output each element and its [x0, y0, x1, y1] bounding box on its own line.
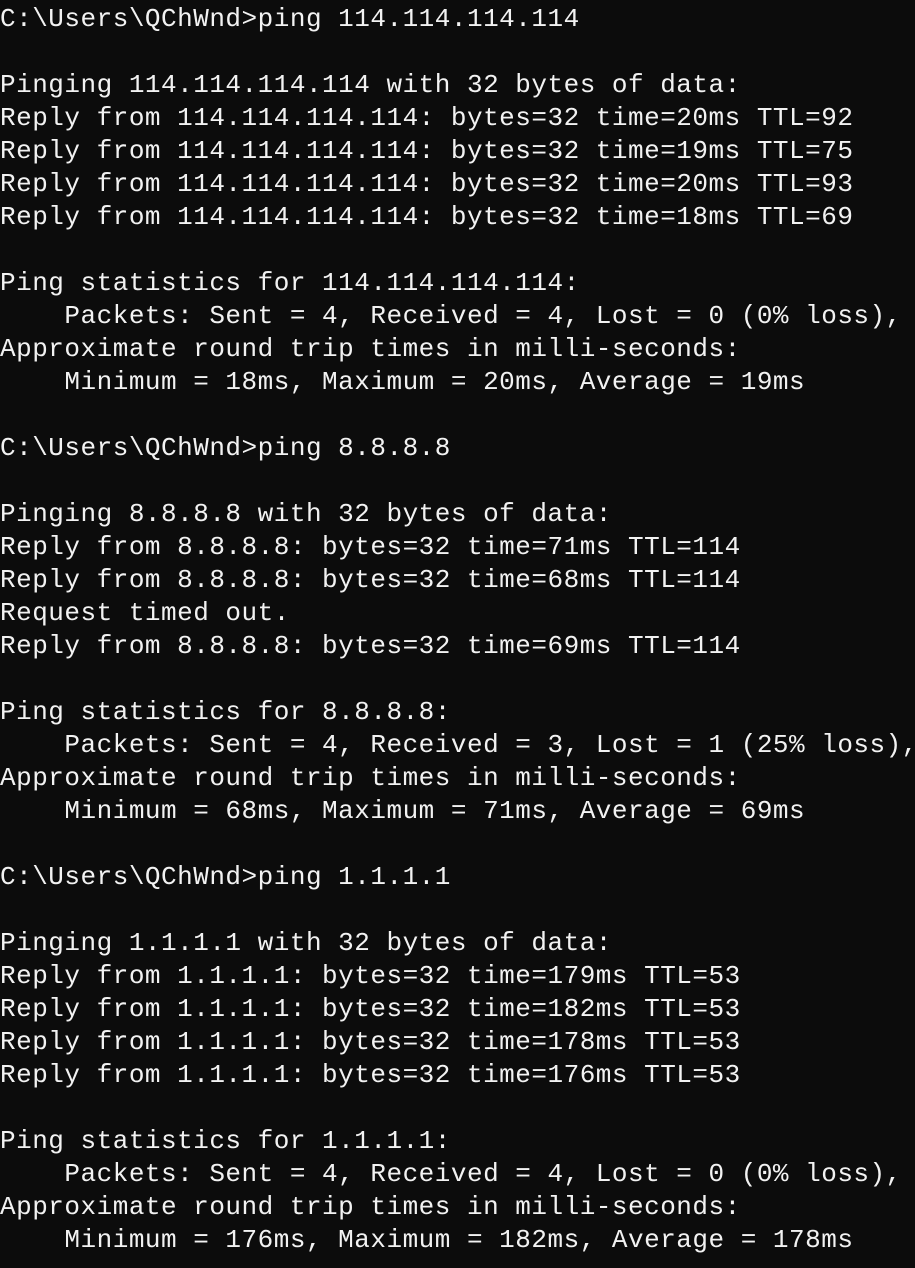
output-line: Pinging 114.114.114.114 with 32 bytes of…	[0, 70, 741, 100]
output-line: Approximate round trip times in milli-se…	[0, 763, 741, 793]
output-line: Reply from 114.114.114.114: bytes=32 tim…	[0, 136, 854, 166]
output-line: Minimum = 176ms, Maximum = 182ms, Averag…	[0, 1225, 854, 1255]
output-line: Packets: Sent = 4, Received = 3, Lost = …	[0, 730, 915, 760]
output-line: Reply from 114.114.114.114: bytes=32 tim…	[0, 202, 854, 232]
output-line: Reply from 1.1.1.1: bytes=32 time=178ms …	[0, 1027, 741, 1057]
output-line: Reply from 114.114.114.114: bytes=32 tim…	[0, 103, 854, 133]
output-line: Minimum = 68ms, Maximum = 71ms, Average …	[0, 796, 806, 826]
terminal-output[interactable]: C:\Users\QChWnd>ping 114.114.114.114 Pin…	[0, 0, 915, 1268]
output-line: Packets: Sent = 4, Received = 4, Lost = …	[0, 1159, 902, 1189]
output-line: Ping statistics for 1.1.1.1:	[0, 1126, 451, 1156]
output-line: Ping statistics for 8.8.8.8:	[0, 697, 451, 727]
output-line: Reply from 8.8.8.8: bytes=32 time=71ms T…	[0, 532, 741, 562]
output-line: Reply from 114.114.114.114: bytes=32 tim…	[0, 169, 854, 199]
output-line: Pinging 1.1.1.1 with 32 bytes of data:	[0, 928, 612, 958]
output-line: Minimum = 18ms, Maximum = 20ms, Average …	[0, 367, 806, 397]
output-line: Reply from 8.8.8.8: bytes=32 time=69ms T…	[0, 631, 741, 661]
output-line: Ping statistics for 114.114.114.114:	[0, 268, 580, 298]
output-line: Reply from 1.1.1.1: bytes=32 time=182ms …	[0, 994, 741, 1024]
output-line: Packets: Sent = 4, Received = 4, Lost = …	[0, 301, 902, 331]
output-line: Request timed out.	[0, 598, 290, 628]
command-line: C:\Users\QChWnd>ping 1.1.1.1	[0, 862, 451, 892]
output-line: Pinging 8.8.8.8 with 32 bytes of data:	[0, 499, 612, 529]
output-line: Reply from 8.8.8.8: bytes=32 time=68ms T…	[0, 565, 741, 595]
output-line: Approximate round trip times in milli-se…	[0, 334, 741, 364]
output-line: Approximate round trip times in milli-se…	[0, 1192, 741, 1222]
output-line: Reply from 1.1.1.1: bytes=32 time=176ms …	[0, 1060, 741, 1090]
command-line: C:\Users\QChWnd>ping 8.8.8.8	[0, 433, 451, 463]
command-line: C:\Users\QChWnd>ping 114.114.114.114	[0, 4, 580, 34]
output-line: Reply from 1.1.1.1: bytes=32 time=179ms …	[0, 961, 741, 991]
